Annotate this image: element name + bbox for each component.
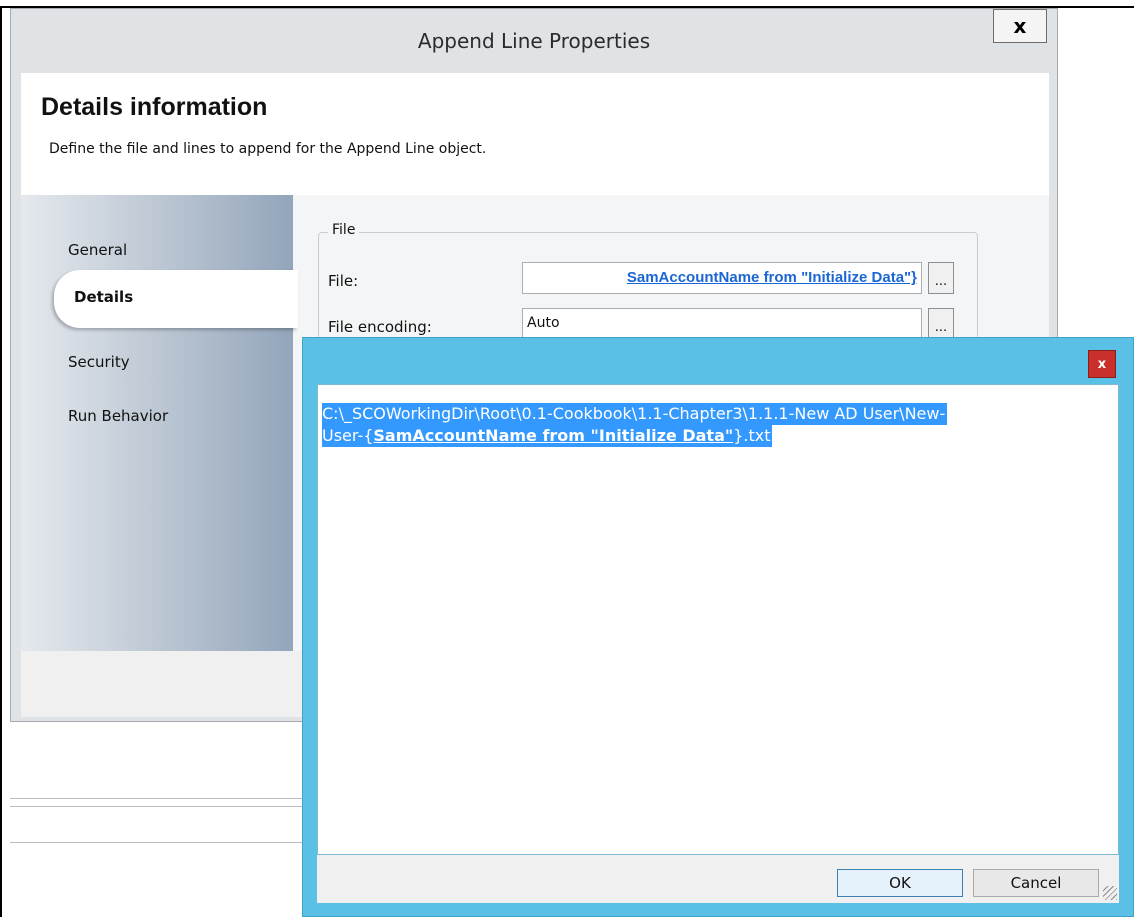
file-encoding-value: Auto	[527, 315, 560, 331]
cancel-button[interactable]: Cancel	[973, 869, 1099, 897]
dialog-title: Append Line Properties	[417, 29, 651, 53]
file-browse-button[interactable]: ...	[928, 262, 954, 294]
file-group-legend: File	[328, 222, 360, 238]
selected-text-suffix: }.txt	[733, 426, 771, 445]
ok-button[interactable]: OK	[837, 869, 963, 897]
nav-item-label: Details	[74, 288, 134, 306]
resize-grip-icon[interactable]	[1103, 886, 1117, 900]
background-divider	[10, 842, 302, 843]
file-label: File:	[328, 272, 359, 290]
text-editor-popup: x C:\_SCOWorkingDir\Root\0.1-Cookbook\1.…	[302, 337, 1134, 917]
page-subtitle: Define the file and lines to append for …	[49, 141, 487, 157]
selected-text-line-2: User-{SamAccountName from "Initialize Da…	[322, 425, 773, 447]
nav-item-run-behavior[interactable]: Run Behavior	[68, 407, 168, 425]
file-encoding-browse-button[interactable]: ...	[928, 308, 954, 340]
background-divider	[10, 798, 302, 799]
nav-item-security[interactable]: Security	[68, 353, 130, 371]
file-field[interactable]: SamAccountName from "Initialize Data"}	[522, 262, 922, 294]
popup-close-button[interactable]: x	[1088, 350, 1116, 378]
close-button[interactable]: x	[993, 9, 1047, 43]
dialog-titlebar: Append Line Properties x	[11, 9, 1057, 73]
background-divider	[10, 806, 302, 807]
nav-item-details[interactable]: Details	[54, 270, 298, 328]
published-data-token[interactable]: SamAccountName from "Initialize Data"	[373, 426, 733, 445]
selected-text-line-1: C:\_SCOWorkingDir\Root\0.1-Cookbook\1.1-…	[322, 403, 948, 425]
popup-footer: OK Cancel	[317, 855, 1119, 903]
file-field-value: SamAccountName from "Initialize Data"}	[626, 269, 917, 286]
nav-item-general[interactable]: General	[68, 241, 127, 259]
outer-frame-left	[0, 6, 2, 917]
page-title: Details information	[41, 93, 268, 121]
popup-text-area[interactable]: C:\_SCOWorkingDir\Root\0.1-Cookbook\1.1-…	[317, 384, 1119, 855]
file-encoding-label: File encoding:	[328, 318, 432, 336]
file-encoding-field[interactable]: Auto	[522, 308, 922, 340]
header-pane: Details information Define the file and …	[21, 73, 1049, 196]
selected-text-prefix: User-{	[322, 426, 374, 445]
